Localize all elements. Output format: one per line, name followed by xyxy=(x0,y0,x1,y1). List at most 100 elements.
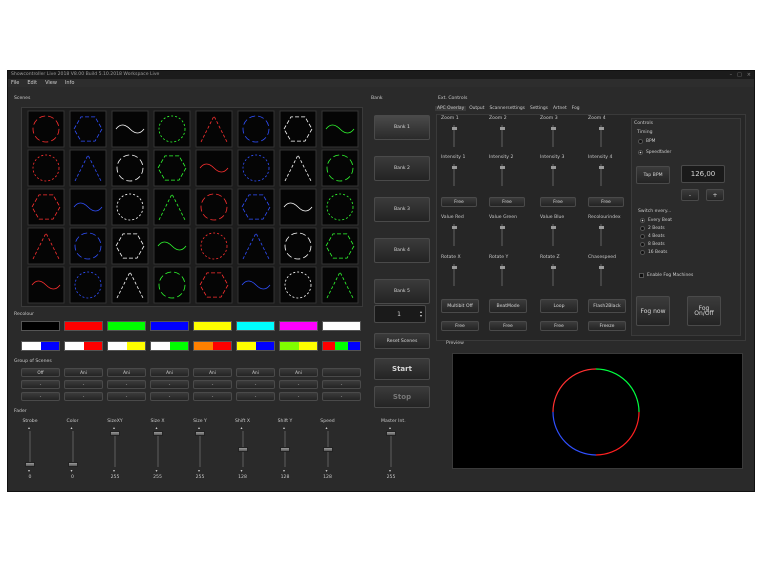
switch-every-option[interactable]: 8 Beats xyxy=(640,240,672,248)
fader-arrow-down-icon[interactable]: ▾ xyxy=(156,468,158,473)
recolour-swatch[interactable] xyxy=(107,321,146,331)
bank-1-button[interactable]: Bank 1 xyxy=(374,115,430,140)
recolour-swatch[interactable] xyxy=(279,341,318,351)
apc-bottom-button[interactable]: Free xyxy=(441,321,479,331)
group-scene-button[interactable]: - xyxy=(107,380,146,389)
tab-fog[interactable]: Fog xyxy=(570,106,582,111)
fader-track[interactable] xyxy=(199,431,201,467)
scene-thumbnail[interactable] xyxy=(153,149,191,187)
group-scene-button[interactable]: - xyxy=(150,392,189,401)
recolour-swatch[interactable] xyxy=(21,341,60,351)
recolour-swatch[interactable] xyxy=(150,321,189,331)
apc-slider-knob[interactable] xyxy=(451,266,457,269)
group-scene-button[interactable]: - xyxy=(279,392,318,401)
switch-every-option[interactable]: 4 Beats xyxy=(640,232,672,240)
group-scene-button[interactable]: - xyxy=(322,380,361,389)
apc-slider-knob[interactable] xyxy=(598,266,604,269)
bank-3-button[interactable]: Bank 3 xyxy=(374,197,430,222)
recolour-swatch[interactable] xyxy=(322,321,361,331)
group-scene-button[interactable]: - xyxy=(236,392,275,401)
recolour-swatch[interactable] xyxy=(193,321,232,331)
apc-slider-knob[interactable] xyxy=(451,226,457,229)
maximize-icon[interactable]: □ xyxy=(737,71,742,79)
tab-apc-overlay[interactable]: APC Overlay xyxy=(435,106,467,111)
stop-button[interactable]: Stop xyxy=(374,386,430,408)
fader-arrow-up-icon[interactable]: ▴ xyxy=(389,425,391,430)
switch-every-option[interactable]: 16 Beats xyxy=(640,248,672,256)
fader-track[interactable] xyxy=(156,431,159,467)
apc-slider-knob[interactable] xyxy=(499,166,505,169)
mode-button[interactable]: Multibit Off xyxy=(441,299,479,313)
group-scene-button[interactable]: - xyxy=(150,380,189,389)
apc-slider-knob[interactable] xyxy=(499,266,505,269)
group-scene-button[interactable]: Ani xyxy=(64,368,103,377)
scene-thumbnail[interactable] xyxy=(321,227,359,265)
free-button[interactable]: Free xyxy=(588,197,624,207)
apc-slider-knob[interactable] xyxy=(451,166,457,169)
apc-bottom-button[interactable]: Free xyxy=(489,321,527,331)
fader-knob[interactable] xyxy=(195,431,205,436)
recolour-swatch[interactable] xyxy=(64,341,103,351)
bpm-plus-button[interactable]: + xyxy=(706,189,724,201)
recolour-swatch[interactable] xyxy=(107,341,146,351)
apc-slider-knob[interactable] xyxy=(598,166,604,169)
mode-button[interactable]: Flash2Black xyxy=(588,299,626,313)
apc-bottom-button[interactable]: Free xyxy=(540,321,578,331)
group-scene-button[interactable]: - xyxy=(193,392,232,401)
tab-artnet[interactable]: Artnet xyxy=(551,106,569,111)
fader-knob[interactable] xyxy=(386,431,396,436)
fader-track[interactable] xyxy=(390,431,392,467)
start-button[interactable]: Start xyxy=(374,358,430,380)
fog-now-button[interactable]: Fog now xyxy=(636,296,670,326)
scene-thumbnails[interactable] xyxy=(22,108,364,308)
apc-bottom-button[interactable]: Freeze xyxy=(588,321,626,331)
group-scene-button[interactable]: - xyxy=(64,392,103,401)
recolour-swatch[interactable] xyxy=(193,341,232,351)
group-scene-button[interactable]: - xyxy=(21,380,60,389)
tab-output[interactable]: Output xyxy=(467,106,486,111)
recolour-swatch[interactable] xyxy=(150,341,189,351)
scene-thumbnail[interactable] xyxy=(279,110,317,148)
switch-every-option[interactable]: Every Beat xyxy=(640,216,672,224)
radio-speedfader[interactable]: Speedfader xyxy=(638,148,671,156)
menu-edit[interactable]: Edit xyxy=(27,79,37,87)
apc-slider-knob[interactable] xyxy=(550,266,556,269)
radio-bpm[interactable]: BPM xyxy=(638,137,671,145)
menu-file[interactable]: File xyxy=(11,79,19,87)
group-scene-button[interactable]: Ani xyxy=(279,368,318,377)
recolour-swatch[interactable] xyxy=(322,341,361,351)
fader-knob[interactable] xyxy=(67,462,78,467)
apc-slider-knob[interactable] xyxy=(550,226,556,229)
bank-spinbox[interactable]: 1 ▴ ▾ xyxy=(374,305,426,323)
group-scene-button[interactable]: Ani xyxy=(107,368,146,377)
group-scene-button[interactable]: - xyxy=(236,380,275,389)
fader-arrow-down-icon[interactable]: ▾ xyxy=(113,468,115,473)
fader-arrow-down-icon[interactable]: ▾ xyxy=(241,468,243,473)
group-scene-button[interactable]: Ani xyxy=(193,368,232,377)
apc-slider-knob[interactable] xyxy=(451,127,457,130)
scene-thumbnail[interactable] xyxy=(237,188,275,226)
scene-thumbnail[interactable] xyxy=(27,188,65,226)
menu-info[interactable]: Info xyxy=(65,79,74,87)
apc-slider-knob[interactable] xyxy=(598,226,604,229)
mode-button[interactable]: BeatMode xyxy=(489,299,527,313)
group-scene-button[interactable]: Ani xyxy=(236,368,275,377)
group-scene-button[interactable]: - xyxy=(193,380,232,389)
minimize-icon[interactable]: – xyxy=(730,71,733,79)
fader-arrow-up-icon[interactable]: ▴ xyxy=(28,425,30,430)
group-scene-button[interactable] xyxy=(322,368,361,377)
fader-arrow-up-icon[interactable]: ▴ xyxy=(113,425,115,430)
menu-view[interactable]: View xyxy=(45,79,57,87)
fog-onoff-button[interactable]: Fog On/Off xyxy=(687,296,721,326)
group-scene-button[interactable]: - xyxy=(64,380,103,389)
free-button[interactable]: Free xyxy=(540,197,576,207)
scene-thumbnail[interactable] xyxy=(195,266,233,304)
recolour-swatch[interactable] xyxy=(236,341,275,351)
fader-arrow-up-icon[interactable]: ▴ xyxy=(241,425,243,430)
free-button[interactable]: Free xyxy=(441,197,477,207)
bank-2-button[interactable]: Bank 2 xyxy=(374,156,430,181)
apc-slider-knob[interactable] xyxy=(550,127,556,130)
group-scene-button[interactable]: - xyxy=(322,392,361,401)
tab-settings[interactable]: Settings xyxy=(528,106,550,111)
scene-thumbnail[interactable] xyxy=(69,110,107,148)
